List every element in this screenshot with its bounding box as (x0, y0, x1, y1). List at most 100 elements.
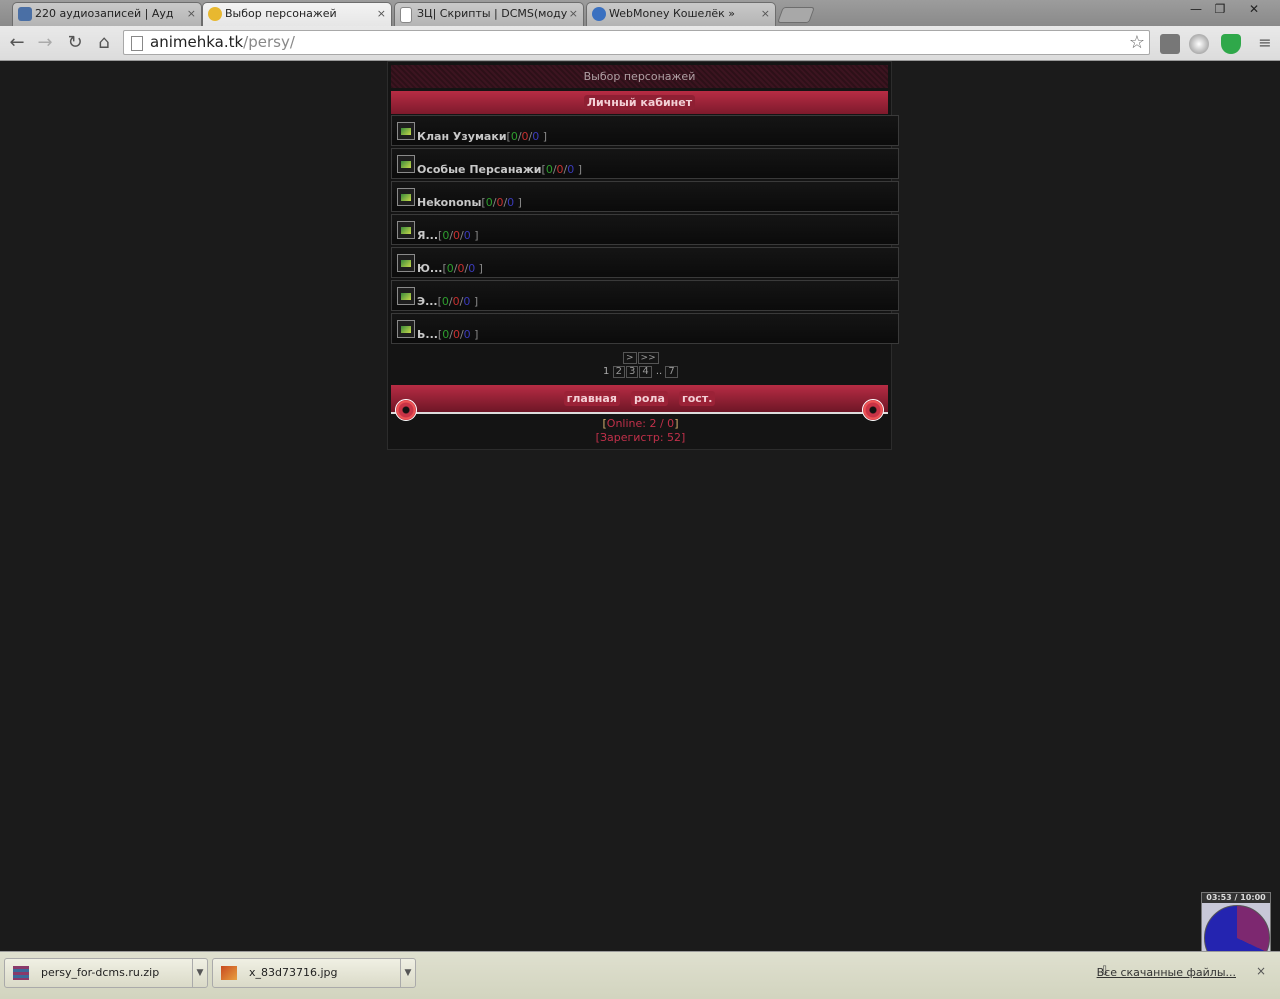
role-link[interactable]: рола (630, 391, 668, 406)
broken-image-icon (397, 155, 415, 173)
chevron-down-icon[interactable]: ▼ (400, 959, 415, 987)
close-icon[interactable]: × (761, 3, 770, 25)
list-item[interactable]: Особые Персанажи[0/0/0 ] (391, 148, 899, 179)
back-icon[interactable]: ← (6, 32, 28, 54)
cabinet-bar: Личный кабинет (391, 91, 888, 114)
download-name: x_83d73716.jpg (249, 966, 338, 979)
broken-image-icon (397, 122, 415, 140)
minimize-button[interactable]: — (1184, 0, 1208, 18)
page-link-4[interactable]: 4 (639, 366, 652, 378)
group-name[interactable]: Особые Персанажи (417, 163, 542, 176)
close-icon[interactable]: × (1256, 964, 1266, 978)
restore-button[interactable]: ❐ (1208, 0, 1232, 18)
tab-strip: 220 аудиозаписей | Ауд × Выбор персонаже… (0, 0, 1280, 26)
tab-webmoney[interactable]: WebMoney Кошелёк » × (586, 2, 776, 26)
home-icon[interactable]: ⌂ (93, 32, 115, 54)
stat-blue: 0 (507, 196, 515, 209)
close-icon[interactable]: × (377, 3, 386, 25)
group-list: Клан Узумаки[0/0/0 ] Особые Персанажи[0/… (391, 115, 899, 346)
browser-toolbar: ← → ↻ ⌂ animehka.tk/persy/ ☆ ≡ (0, 26, 1280, 61)
stat-red: 0 (496, 196, 504, 209)
tab-title: Выбор персонажей (225, 7, 337, 20)
guestbook-link[interactable]: гост. (679, 391, 716, 406)
list-item[interactable]: Ь...[0/0/0 ] (391, 313, 899, 344)
stat-green: 0 (510, 130, 518, 143)
group-name[interactable]: Я... (417, 229, 438, 242)
tab-title: ЗЦ| Скрипты | DCMS(моду (417, 7, 568, 20)
registered-count[interactable]: Зарегистр: 52 (600, 431, 681, 444)
stat-green: 0 (485, 196, 493, 209)
next-page-button[interactable]: > (623, 352, 637, 364)
tab-title: 220 аудиозаписей | Ауд (35, 7, 174, 20)
stat-green: 0 (441, 295, 449, 308)
tab-title: WebMoney Кошелёк » (609, 7, 735, 20)
group-name[interactable]: Нekononы (417, 196, 481, 209)
smiley-icon (208, 7, 222, 21)
list-item[interactable]: Ю...[0/0/0 ] (391, 247, 899, 278)
home-link[interactable]: главная (563, 391, 620, 406)
stat-blue: 0 (463, 328, 471, 341)
broken-image-icon (397, 221, 415, 239)
page-link-3[interactable]: 3 (625, 366, 639, 378)
tab-scripts[interactable]: ЗЦ| Скрипты | DCMS(моду × (394, 2, 584, 26)
page-title: Выбор персонажей (391, 65, 888, 88)
group-name[interactable]: Ю... (417, 262, 442, 275)
stat-red: 0 (457, 262, 465, 275)
menu-icon[interactable]: ≡ (1254, 32, 1276, 54)
page-link-2[interactable]: 2 (612, 366, 625, 378)
bookmark-star-icon[interactable]: ☆ (1129, 31, 1145, 54)
group-name[interactable]: Клан Узумаки (417, 130, 507, 143)
list-item[interactable]: Нekononы[0/0/0 ] (391, 181, 899, 212)
stat-blue: 0 (463, 295, 471, 308)
tab-audio[interactable]: 220 аудиозаписей | Ауд × (12, 2, 202, 26)
pager-arrows: > >> (623, 352, 660, 364)
stat-blue: 0 (567, 163, 575, 176)
page-icon (131, 36, 143, 51)
online-count[interactable]: Online: 2 / 0 (607, 417, 674, 430)
close-icon[interactable]: × (569, 3, 578, 25)
list-item[interactable]: Клан Узумаки[0/0/0 ] (391, 115, 899, 146)
extension-shield-icon[interactable] (1221, 34, 1241, 54)
pagination: 1 234 .. 7 (603, 366, 679, 378)
footer-nav: главная рола гост. (391, 385, 888, 421)
download-item[interactable]: persy_for-dcms.ru.zip ▼ (4, 958, 208, 988)
group-name[interactable]: Ь... (417, 328, 438, 341)
page-icon (400, 7, 412, 23)
stat-red: 0 (453, 229, 461, 242)
show-all-downloads-link[interactable]: Все скачанные файлы... (1097, 966, 1236, 979)
pager-ellipsis: .. (655, 366, 663, 377)
webmoney-icon (592, 7, 606, 21)
list-item[interactable]: Э...[0/0/0 ] (391, 280, 899, 311)
last-page-button[interactable]: >> (637, 352, 659, 364)
stat-green: 0 (545, 163, 553, 176)
broken-image-icon (397, 287, 415, 305)
reload-icon[interactable]: ↻ (64, 32, 86, 54)
extension-music-icon[interactable] (1160, 34, 1180, 54)
personal-cabinet-button[interactable]: Личный кабинет (583, 95, 696, 110)
tab-character-select[interactable]: Выбор персонажей × (202, 2, 392, 26)
stat-green: 0 (442, 328, 450, 341)
chevron-down-icon[interactable]: ▼ (192, 959, 207, 987)
vk-icon (18, 7, 32, 21)
stat-red: 0 (452, 328, 460, 341)
forward-icon[interactable]: → (34, 32, 56, 54)
stat-blue: 0 (532, 130, 540, 143)
list-item[interactable]: Я...[0/0/0 ] (391, 214, 899, 245)
extension-globe-icon[interactable] (1189, 34, 1209, 54)
stat-blue: 0 (468, 262, 476, 275)
page-link-last[interactable]: 7 (665, 366, 678, 378)
archive-icon (13, 966, 29, 980)
window-close-button[interactable]: ✕ (1242, 0, 1266, 18)
stat-blue: 0 (463, 229, 471, 242)
close-icon[interactable]: × (187, 3, 196, 25)
address-bar[interactable]: animehka.tk/persy/ ☆ (123, 30, 1150, 55)
group-name[interactable]: Э... (417, 295, 438, 308)
stat-red: 0 (452, 295, 460, 308)
download-item[interactable]: x_83d73716.jpg ▼ (212, 958, 416, 988)
image-file-icon (221, 966, 237, 980)
current-page: 1 (603, 366, 610, 377)
url-path: /persy/ (243, 33, 295, 51)
stat-red: 0 (556, 163, 564, 176)
new-tab-button[interactable] (777, 7, 815, 23)
download-name: persy_for-dcms.ru.zip (41, 966, 160, 979)
